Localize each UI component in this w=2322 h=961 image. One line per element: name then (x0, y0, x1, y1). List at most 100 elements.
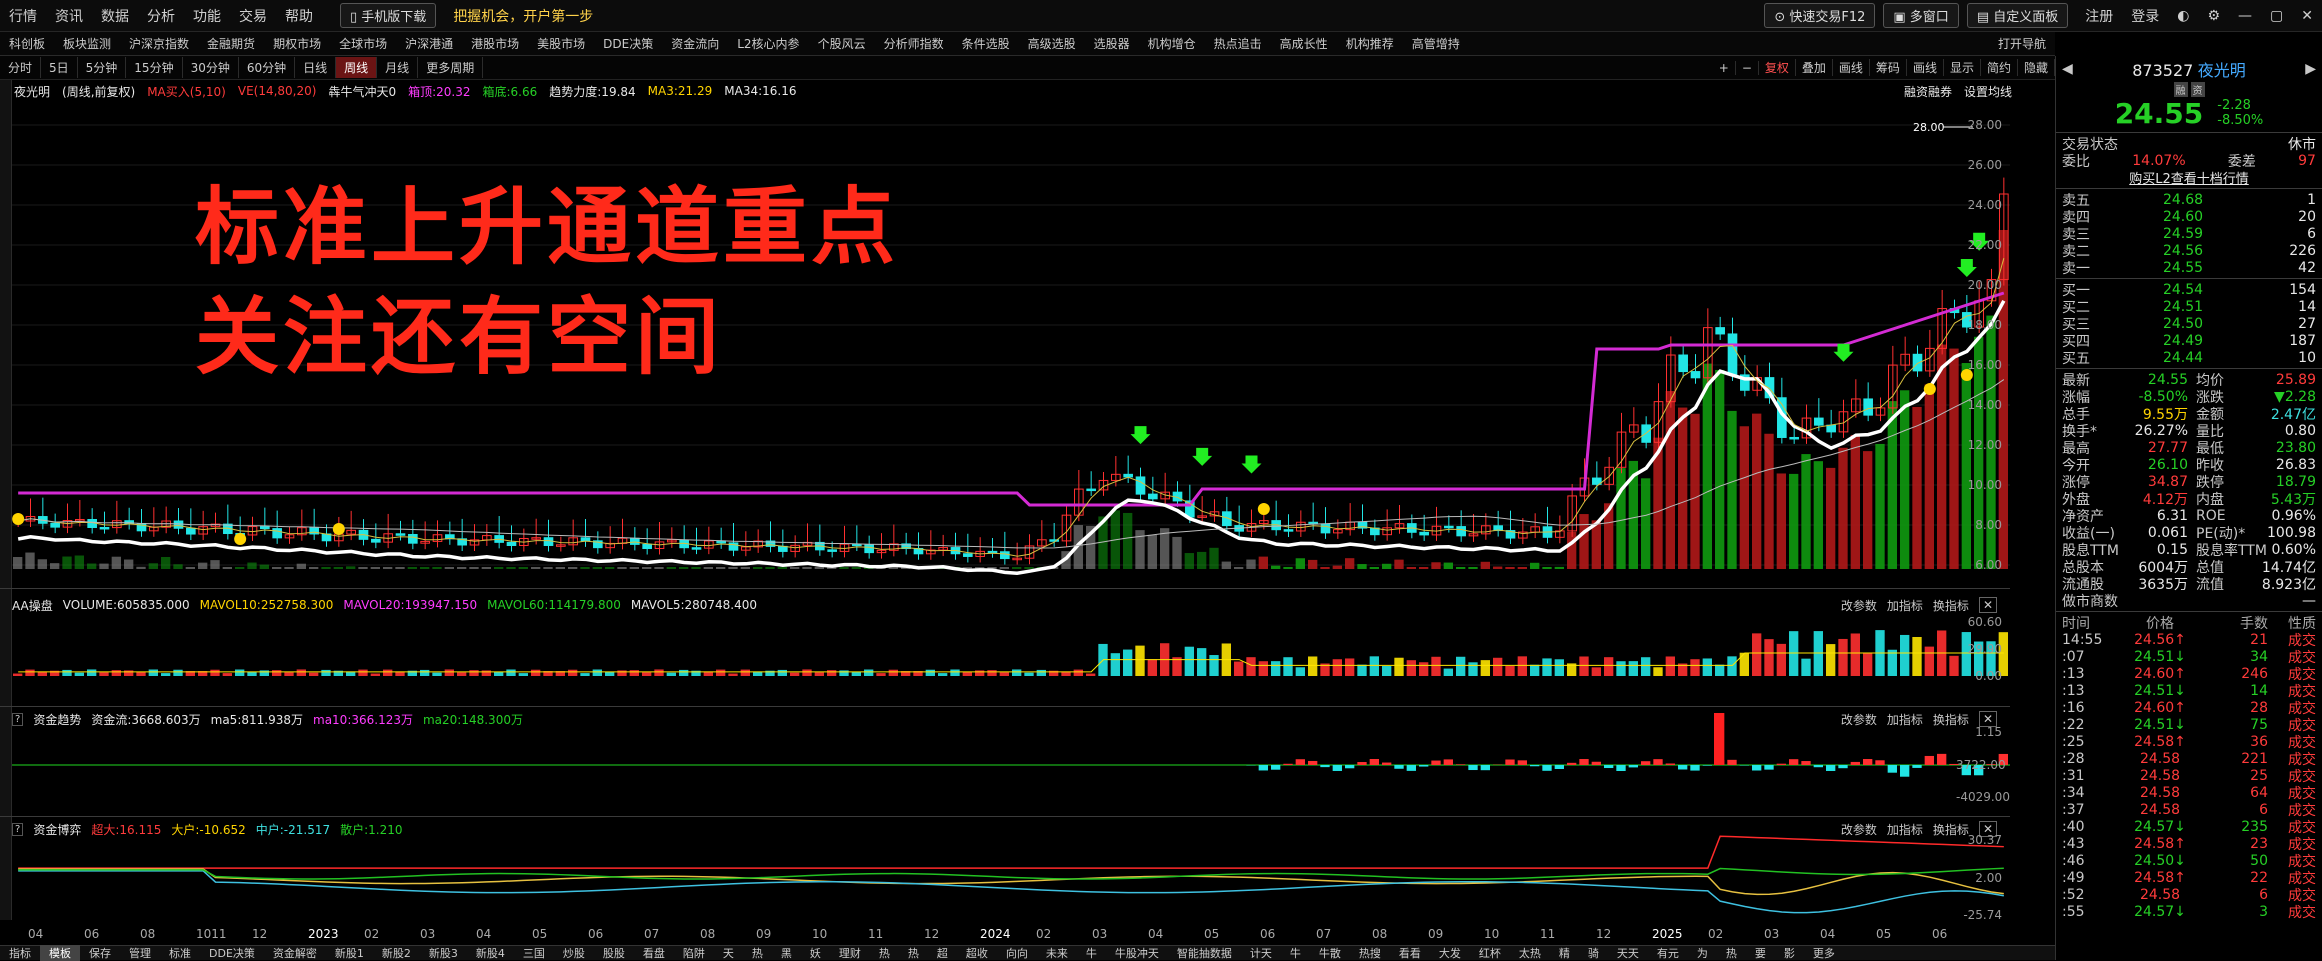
toolbar-item-4[interactable]: 期权市场 (264, 35, 330, 52)
close-icon[interactable]: ✕ (2292, 8, 2322, 24)
settings-icon[interactable]: ⚙ (2198, 8, 2229, 24)
bottom-tab-15[interactable]: 陷阱 (674, 945, 714, 961)
bottom-tab-28[interactable]: 牛股冲天 (1106, 945, 1168, 961)
fund-edit-params-button[interactable]: 改参数 (1841, 711, 1877, 728)
ve-label[interactable]: VE(14,80,20) (238, 84, 317, 98)
game-pane-menu-icon[interactable]: ? (12, 823, 23, 836)
bottom-tab-16[interactable]: 天 (714, 945, 743, 961)
bottom-tab-23[interactable]: 超 (928, 945, 957, 961)
volume-edit-params-button[interactable]: 改参数 (1841, 597, 1877, 614)
chart-tool-0[interactable]: + (1713, 61, 1736, 75)
bottom-tab-0[interactable]: 指标 (0, 945, 40, 961)
maximize-icon[interactable]: ▢ (2261, 8, 2292, 24)
chart-tool-8[interactable]: 简约 (1981, 59, 2018, 76)
toolbar-item-0[interactable]: 科创板 (0, 35, 54, 52)
bottom-tab-33[interactable]: 热搜 (1350, 945, 1390, 961)
bottom-tab-37[interactable]: 太热 (1510, 945, 1550, 961)
ma-buy-label[interactable]: MA买入(5,10) (147, 83, 226, 100)
open-nav-button[interactable]: 打开导航 (1989, 35, 2055, 52)
bottom-tab-42[interactable]: 为 (1688, 945, 1717, 961)
toolbar-item-18[interactable]: 热点追击 (1205, 35, 1271, 52)
bottom-tab-22[interactable]: 热 (899, 945, 928, 961)
toolbar-item-12[interactable]: 个股风云 (809, 35, 875, 52)
toolbar-item-2[interactable]: 沪深京指数 (120, 35, 198, 52)
bottom-tab-29[interactable]: 智能抽数据 (1168, 945, 1241, 961)
chart-tool-1[interactable]: − (1736, 61, 1759, 75)
next-stock-icon[interactable]: ▶ (2305, 61, 2316, 77)
bottom-tab-19[interactable]: 妖 (801, 945, 830, 961)
chart-tool-7[interactable]: 显示 (1944, 59, 1981, 76)
period-tab-0[interactable]: 分时 (0, 57, 41, 78)
toolbar-item-20[interactable]: 机构推荐 (1337, 35, 1403, 52)
bottom-tab-43[interactable]: 热 (1717, 945, 1746, 961)
toolbar-item-3[interactable]: 金融期货 (198, 35, 264, 52)
bottom-tab-36[interactable]: 红杯 (1470, 945, 1510, 961)
toolbar-item-13[interactable]: 分析师指数 (875, 35, 953, 52)
fund-pane-name[interactable]: 资金趋势 (33, 711, 81, 728)
bottom-tab-41[interactable]: 有元 (1648, 945, 1688, 961)
game-pane-name[interactable]: 资金博弈 (33, 821, 81, 838)
bottom-tab-10[interactable]: 新股4 (467, 945, 514, 961)
bottom-tab-8[interactable]: 新股2 (373, 945, 420, 961)
bottom-tab-21[interactable]: 热 (870, 945, 899, 961)
fund-pane-menu-icon[interactable]: ? (12, 713, 23, 726)
bottom-tab-25[interactable]: 向向 (997, 945, 1037, 961)
trades-list[interactable]: 14:5524.56↑21成交:0724.51↓34成交:1324.60↑246… (2056, 631, 2322, 920)
bottom-tab-3[interactable]: 管理 (120, 945, 160, 961)
chart-tool-6[interactable]: 画线 (1907, 59, 1944, 76)
toolbar-item-10[interactable]: 资金流向 (662, 35, 728, 52)
menu-item-6[interactable]: 帮助 (276, 6, 322, 26)
volume-close-icon[interactable]: ✕ (1979, 597, 1997, 613)
download-button[interactable]: ▯ 手机版下载 (340, 3, 436, 28)
bottom-tab-26[interactable]: 未来 (1037, 945, 1077, 961)
toolbar-item-8[interactable]: 美股市场 (528, 35, 594, 52)
menu-item-2[interactable]: 数据 (92, 6, 138, 26)
period-tab-6[interactable]: 日线 (295, 57, 336, 78)
chart-tool-3[interactable]: 叠加 (1796, 59, 1833, 76)
bottom-tab-40[interactable]: 天天 (1608, 945, 1648, 961)
chart-tool-4[interactable]: 画线 (1833, 59, 1870, 76)
menu-item-5[interactable]: 交易 (230, 6, 276, 26)
set-ma-button[interactable]: 设置均线 (1964, 83, 2012, 100)
toolbar-item-7[interactable]: 港股市场 (462, 35, 528, 52)
volume-add-indicator-button[interactable]: 加指标 (1887, 597, 1923, 614)
bottom-tab-39[interactable]: 骑 (1579, 945, 1608, 961)
menu-item-3[interactable]: 分析 (138, 6, 184, 26)
menu-item-4[interactable]: 功能 (184, 6, 230, 26)
period-tab-7[interactable]: 周线 (336, 57, 377, 78)
bottom-tab-38[interactable]: 精 (1550, 945, 1579, 961)
bottom-tab-30[interactable]: 计天 (1241, 945, 1281, 961)
menu-item-0[interactable]: 行情 (0, 6, 46, 26)
toolbar-item-11[interactable]: L2核心内参 (728, 35, 808, 52)
game-edit-params-button[interactable]: 改参数 (1841, 821, 1877, 838)
toolbar-item-14[interactable]: 条件选股 (953, 35, 1019, 52)
bottom-tab-35[interactable]: 大发 (1430, 945, 1470, 961)
niu-label[interactable]: 犇牛气冲天0 (328, 83, 396, 100)
toolbar-item-1[interactable]: 板块监测 (54, 35, 120, 52)
period-tab-5[interactable]: 60分钟 (239, 57, 295, 78)
l2-upgrade-link[interactable]: 购买L2查看十档行情 (2129, 168, 2249, 187)
toolbar-item-15[interactable]: 高级选股 (1019, 35, 1085, 52)
bottom-tab-31[interactable]: 牛 (1281, 945, 1310, 961)
period-tab-1[interactable]: 5日 (41, 57, 78, 78)
period-tab-3[interactable]: 15分钟 (126, 57, 182, 78)
period-tab-8[interactable]: 月线 (377, 57, 418, 78)
bottom-tab-6[interactable]: 资金解密 (264, 945, 326, 961)
margin-button[interactable]: 融资融券 (1904, 83, 1952, 100)
toolbar-item-5[interactable]: 全球市场 (330, 35, 396, 52)
minimize-icon[interactable]: — (2229, 8, 2261, 24)
prev-stock-icon[interactable]: ◀ (2062, 61, 2073, 77)
bottom-tab-1[interactable]: 模板 (40, 945, 80, 961)
chart-tool-2[interactable]: 复权 (1759, 59, 1796, 76)
bottom-tab-14[interactable]: 看盘 (634, 945, 674, 961)
left-collapse-strip[interactable] (0, 80, 12, 920)
bottom-tab-5[interactable]: DDE决策 (200, 945, 264, 961)
toolbar-item-21[interactable]: 高管增持 (1403, 35, 1469, 52)
bottom-tab-17[interactable]: 热 (743, 945, 772, 961)
toolbar-item-9[interactable]: DDE决策 (594, 35, 662, 52)
bottom-tab-27[interactable]: 牛 (1077, 945, 1106, 961)
volume-pane-name[interactable]: AA操盘 (12, 597, 53, 614)
bottom-tab-11[interactable]: 三国 (514, 945, 554, 961)
bottom-tab-13[interactable]: 股股 (594, 945, 634, 961)
login-link[interactable]: 登录 (2122, 6, 2168, 26)
